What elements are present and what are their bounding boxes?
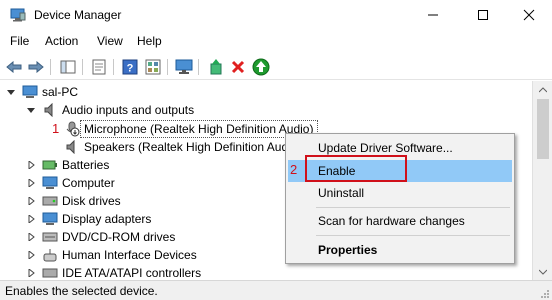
step-number-1: 1 xyxy=(52,121,60,136)
tree-node-label: Display adapters xyxy=(62,212,152,226)
speaker-icon xyxy=(64,140,80,154)
tree-node-label: Batteries xyxy=(62,158,110,172)
tree-node-audio-group[interactable]: Audio inputs and outputs xyxy=(26,101,194,119)
enable-device-icon[interactable] xyxy=(251,57,271,77)
menu-view[interactable]: View xyxy=(97,34,123,48)
tree-node-category[interactable]: Disk drives xyxy=(26,192,121,210)
expand-icon[interactable] xyxy=(26,160,36,170)
battery-icon xyxy=(42,158,58,172)
tree-node-label: sal-PC xyxy=(42,85,79,99)
step-number-2: 2 xyxy=(290,162,298,177)
scroll-up-icon[interactable] xyxy=(533,81,552,98)
expand-icon[interactable] xyxy=(26,196,36,206)
tree-node-computer-root[interactable]: sal-PC xyxy=(6,83,78,101)
expand-icon[interactable] xyxy=(26,178,36,188)
tree-node-label: Speakers (Realtek High Definition Audio) xyxy=(84,140,302,154)
minimize-icon[interactable] xyxy=(410,0,456,30)
disk-drive-icon xyxy=(42,194,58,208)
title-bar: Device Manager xyxy=(0,0,552,30)
tree-node-category[interactable]: Computer xyxy=(26,174,115,192)
tree-node-category[interactable]: Batteries xyxy=(26,156,109,174)
menu-item-uninstall[interactable]: Uninstall xyxy=(288,182,512,204)
window-title: Device Manager xyxy=(34,8,122,22)
microphone-disabled-icon xyxy=(64,121,80,137)
status-text: Enables the selected device. xyxy=(5,284,158,298)
tree-node-category[interactable]: IDE ATA/ATAPI controllers xyxy=(26,264,201,280)
tree-node-speakers[interactable]: Speakers (Realtek High Definition Audio) xyxy=(64,138,301,156)
toolbar-separator xyxy=(50,59,51,75)
computer-icon xyxy=(22,85,38,99)
speaker-icon xyxy=(42,103,58,117)
toolbar-separator xyxy=(113,59,114,75)
menu-bar: File Action View Help xyxy=(0,32,552,52)
highlight-box xyxy=(305,155,407,182)
forward-icon[interactable] xyxy=(26,57,46,77)
tree-node-label: DVD/CD-ROM drives xyxy=(62,230,176,244)
uninstall-icon[interactable] xyxy=(228,57,248,77)
tree-node-label: Microphone (Realtek High Definition Audi… xyxy=(84,122,314,136)
help-icon[interactable]: ? xyxy=(120,57,140,77)
status-bar: Enables the selected device. xyxy=(0,280,552,300)
hid-icon xyxy=(42,248,58,262)
tree-node-label: Audio inputs and outputs xyxy=(62,103,195,117)
details-icon[interactable] xyxy=(143,57,163,77)
tree-node-microphone[interactable]: Microphone (Realtek High Definition Audi… xyxy=(64,120,313,138)
tree-node-label: Computer xyxy=(62,176,115,190)
menu-separator xyxy=(316,235,510,236)
svg-text:?: ? xyxy=(127,63,134,75)
expand-icon[interactable] xyxy=(26,268,36,278)
vertical-scrollbar[interactable] xyxy=(532,81,552,280)
menu-separator xyxy=(316,207,510,208)
toolbar-separator xyxy=(82,59,83,75)
menu-item-properties[interactable]: Properties xyxy=(288,239,512,261)
context-menu: Update Driver Software... Enable Uninsta… xyxy=(285,133,515,264)
scroll-down-icon[interactable] xyxy=(533,263,552,280)
back-icon[interactable] xyxy=(4,57,24,77)
device-manager-icon xyxy=(10,8,26,22)
menu-help[interactable]: Help xyxy=(137,34,162,48)
show-hide-tree-icon[interactable] xyxy=(58,57,78,77)
collapse-icon[interactable] xyxy=(26,105,36,115)
toolbar-separator xyxy=(198,59,199,75)
tree-node-label: Disk drives xyxy=(62,194,121,208)
toolbar: ? xyxy=(0,54,552,80)
expand-icon[interactable] xyxy=(26,214,36,224)
resize-grip-icon[interactable] xyxy=(540,288,550,298)
tree-node-category[interactable]: Human Interface Devices xyxy=(26,246,197,264)
toolbar-separator xyxy=(167,59,168,75)
tree-node-category[interactable]: DVD/CD-ROM drives xyxy=(26,228,175,246)
dvd-drive-icon xyxy=(42,230,58,244)
menu-item-scan-hardware[interactable]: Scan for hardware changes xyxy=(288,210,512,232)
scrollbar-thumb[interactable] xyxy=(537,99,549,159)
expand-icon[interactable] xyxy=(26,232,36,242)
expand-icon[interactable] xyxy=(26,250,36,260)
display-adapter-icon xyxy=(42,212,58,226)
menu-action[interactable]: Action xyxy=(45,34,78,48)
menu-file[interactable]: File xyxy=(10,34,29,48)
tree-node-category[interactable]: Display adapters xyxy=(26,210,151,228)
computer-icon xyxy=(42,176,58,190)
tree-node-label: Human Interface Devices xyxy=(62,248,197,262)
ide-controller-icon xyxy=(42,266,58,280)
properties-icon[interactable] xyxy=(89,57,109,77)
monitor-icon[interactable] xyxy=(174,57,194,77)
collapse-icon[interactable] xyxy=(6,87,16,97)
update-driver-icon[interactable] xyxy=(206,57,226,77)
tree-node-label: IDE ATA/ATAPI controllers xyxy=(62,266,202,280)
maximize-icon[interactable] xyxy=(460,0,506,30)
close-icon[interactable] xyxy=(506,0,552,30)
